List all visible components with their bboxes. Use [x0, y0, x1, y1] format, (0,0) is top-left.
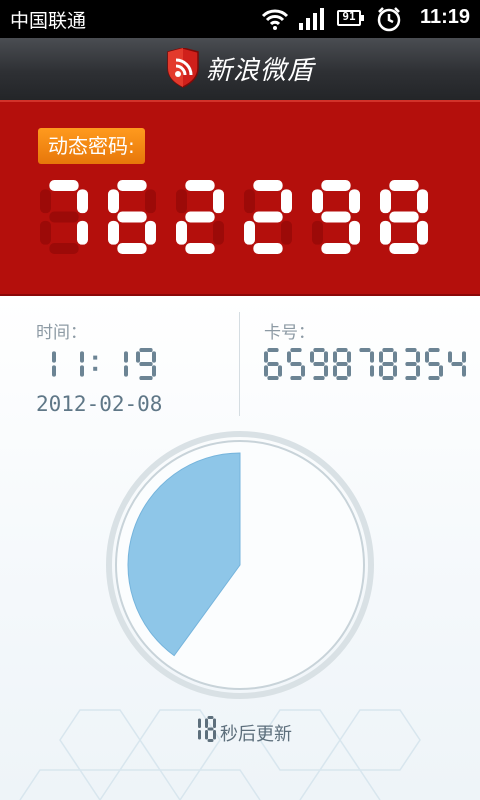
title-bar: 新浪微盾	[0, 38, 480, 101]
status-clock: 11:19	[419, 6, 470, 28]
dynamic-code-label: 动态密码:	[38, 128, 145, 164]
countdown-digit-1	[205, 716, 216, 742]
battery-icon: 91	[337, 10, 361, 26]
battery-level: 91	[342, 10, 356, 23]
time-value	[52, 348, 156, 380]
alarm-icon	[377, 7, 401, 32]
card-number-label: 卡号：	[264, 323, 315, 343]
card-digit-2	[310, 348, 328, 380]
code-digit-5	[380, 180, 428, 254]
card-digit-3	[333, 348, 351, 380]
app-title: 新浪微盾	[206, 56, 315, 86]
card-digit-7	[425, 348, 443, 380]
code-digit-2	[176, 180, 224, 254]
battery-nub	[361, 15, 364, 21]
hexagon-background-decoration	[19, 709, 421, 800]
card-digit-0	[264, 348, 282, 380]
card-digit-6	[405, 348, 420, 380]
code-digit-4	[312, 180, 360, 254]
dynamic-code-display	[40, 180, 428, 254]
status-bar: 中国联通 91 11:19	[0, 0, 480, 38]
card-digit-5	[379, 348, 397, 380]
card-digit-1	[287, 348, 305, 380]
info-divider	[239, 312, 240, 416]
date-value: 2012-02-08	[36, 392, 163, 416]
countdown-timer-dial	[106, 431, 374, 699]
countdown-suffix: 秒后更新	[220, 724, 292, 745]
time-digit-4	[136, 348, 156, 380]
weibo-shield-logo	[167, 48, 199, 88]
time-digit-1	[80, 351, 84, 377]
code-digit-0	[40, 180, 88, 254]
countdown-digit-0	[198, 718, 201, 740]
card-digit-4	[359, 348, 374, 377]
wifi-icon	[261, 9, 289, 30]
card-number-value	[264, 348, 466, 380]
code-digit-1	[108, 180, 156, 254]
time-digit-3	[124, 351, 128, 377]
signal-icon	[299, 8, 324, 30]
time-digit-2	[93, 355, 98, 371]
card-digit-8	[448, 351, 466, 377]
carrier-name: 中国联通	[10, 10, 87, 32]
countdown-seconds	[198, 716, 216, 742]
code-digit-3	[244, 180, 292, 254]
time-digit-0	[52, 351, 56, 377]
time-label: 时间：	[36, 323, 87, 343]
